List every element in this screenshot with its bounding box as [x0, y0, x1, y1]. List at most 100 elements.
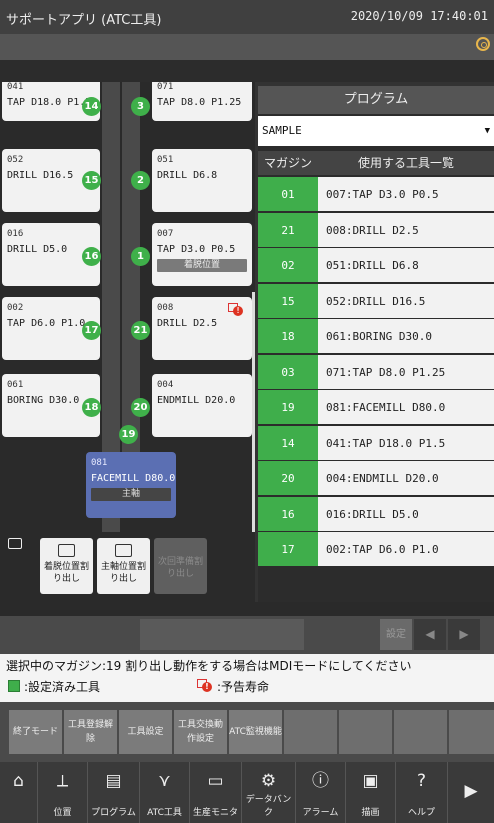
- function-key[interactable]: 工具登録解除: [64, 710, 117, 754]
- magazine-rail: [122, 82, 140, 452]
- tool-card[interactable]: 007 TAP D3.0 P0.5 着脱位置: [152, 223, 252, 286]
- tool-number: 051: [157, 155, 174, 165]
- function-keys: 終了モード 工具登録解除 工具設定 工具交換動作設定 ATC監視機能: [0, 702, 494, 762]
- prev-arrow-icon[interactable]: ◀: [414, 619, 446, 650]
- index-mount-position-button[interactable]: 着脱位置割り出し: [40, 538, 93, 594]
- set-button[interactable]: 設定: [380, 619, 412, 650]
- function-key[interactable]: [284, 710, 337, 754]
- tool-number: 004: [157, 380, 174, 390]
- function-key[interactable]: 終了モード: [9, 710, 62, 754]
- index-next-tool-button[interactable]: 次回準備割り出し: [154, 538, 207, 594]
- tool-name: DRILL D6.8: [157, 170, 218, 181]
- spindle-tool-card[interactable]: 081 FACEMILL D80.0 主軸: [86, 452, 176, 518]
- magazine-cell: 14: [258, 425, 318, 460]
- table-row[interactable]: 20 004:ENDMILL D20.0: [258, 461, 494, 496]
- function-key[interactable]: 工具交換動作設定: [174, 710, 227, 754]
- function-key[interactable]: [339, 710, 392, 754]
- help-icon: ?: [416, 771, 427, 791]
- table-row[interactable]: 15 052:DRILL D16.5: [258, 283, 494, 319]
- nav-label: 生産モニタ: [192, 808, 238, 818]
- magazine-scrollbar[interactable]: [252, 292, 255, 532]
- function-key[interactable]: ATC監視機能: [229, 710, 282, 754]
- magazine-cell: 20: [258, 461, 318, 495]
- nav-atc-tool[interactable]: ⋎ ATC工具: [140, 762, 190, 823]
- tool-cell: 061:BORING D30.0: [318, 319, 494, 353]
- tool-cell: 007:TAP D3.0 P0.5: [318, 177, 494, 211]
- magazine-view[interactable]: 041 TAP D18.0 P1.5 071 TAP D8.0 P1.25 14…: [0, 82, 255, 532]
- nav-alarm[interactable]: ⓘ アラーム: [296, 762, 346, 823]
- tool-card[interactable]: 051 DRILL D6.8: [152, 149, 252, 212]
- pot-number[interactable]: 15: [82, 171, 101, 190]
- pot-number[interactable]: 20: [131, 398, 150, 417]
- toolbar: [0, 34, 494, 60]
- tool-cell: 051:DRILL D6.8: [318, 248, 494, 282]
- tool-name: TAP D8.0 P1.25: [157, 97, 242, 108]
- table-row[interactable]: 19 081:FACEMILL D80.0: [258, 390, 494, 425]
- magazine-cell: 16: [258, 496, 318, 531]
- value-input[interactable]: [140, 619, 304, 650]
- function-key[interactable]: 工具設定: [119, 710, 172, 754]
- table-row[interactable]: 14 041:TAP D18.0 P1.5: [258, 425, 494, 461]
- pot-number[interactable]: 1: [131, 247, 150, 266]
- nav-home[interactable]: ⌂: [0, 762, 38, 823]
- pot-number[interactable]: 18: [82, 398, 101, 417]
- tool-cell: 008:DRILL D2.5: [318, 212, 494, 247]
- table-row[interactable]: 16 016:DRILL D5.0: [258, 496, 494, 532]
- table-row[interactable]: 17 002:TAP D6.0 P1.0: [258, 532, 494, 567]
- nav-more-arrow-icon[interactable]: ▶: [448, 762, 494, 823]
- function-key[interactable]: [449, 710, 494, 754]
- nav-gear[interactable]: ⚙ データバンク: [242, 762, 296, 823]
- magazine-cell: 17: [258, 532, 318, 566]
- separator: [0, 602, 494, 616]
- nav-axis[interactable]: ⟂ 位置: [38, 762, 88, 823]
- pot-number[interactable]: 21: [131, 321, 150, 340]
- spindle-icon: [115, 544, 132, 557]
- datetime: 2020/10/09 17:40:01: [350, 9, 488, 23]
- program-icon: ▤: [105, 771, 122, 791]
- spacer-bar: [0, 60, 494, 82]
- next-arrow-icon[interactable]: ▶: [448, 619, 480, 650]
- table-row[interactable]: 18 061:BORING D30.0: [258, 319, 494, 354]
- program-select[interactable]: SAMPLE ▼: [258, 116, 494, 146]
- control-bar: 設定 ◀ ▶: [0, 616, 494, 654]
- col-magazine: マガジン: [263, 156, 312, 170]
- table-row[interactable]: 03 071:TAP D8.0 P1.25: [258, 354, 494, 390]
- legend-set-tool: :設定済み工具: [24, 680, 101, 694]
- magazine-cell: 21: [258, 212, 318, 247]
- tool-card[interactable]: 071 TAP D8.0 P1.25: [152, 82, 252, 121]
- tool-number: 002: [7, 303, 24, 313]
- pot-number-selected[interactable]: 19: [119, 425, 138, 444]
- alarm-icon: ⓘ: [312, 771, 329, 791]
- tool-card[interactable]: 004 ENDMILL D20.0: [152, 374, 252, 437]
- pot-number[interactable]: 3: [131, 97, 150, 116]
- pot-number[interactable]: 16: [82, 247, 101, 266]
- tool-name: ENDMILL D20.0: [157, 395, 236, 406]
- legend-life-warning: :予告寿命: [217, 680, 270, 694]
- nav-program[interactable]: ▤ プログラム: [88, 762, 140, 823]
- nav-label: プログラム: [91, 808, 136, 818]
- status-message: 選択中のマガジン:19 割り出し動作をする場合はMDIモードにしてください: [6, 659, 412, 673]
- pot-number[interactable]: 14: [82, 97, 101, 116]
- magazine-actions: 着脱位置割り出し 主軸位置割り出し 次回準備割り出し: [0, 532, 255, 602]
- magazine-cell: 03: [258, 354, 318, 389]
- function-key[interactable]: [394, 710, 447, 754]
- pot-number[interactable]: 17: [82, 321, 101, 340]
- nav-label: アラーム: [302, 808, 339, 818]
- pot-number[interactable]: 2: [131, 171, 150, 190]
- tool-card[interactable]: 008 DRILL D2.5 !: [152, 297, 252, 360]
- nav-label: 描画: [361, 808, 380, 818]
- app-title: サポートアプリ (ATC工具): [6, 13, 162, 28]
- bottom-nav: ⌂ ⟂ 位置 ▤ プログラム ⋎ ATC工具 ▭ 生産モニタ ⚙ データバンク ⓘ アラーム ▣ 描画? ヘル…: [0, 762, 494, 823]
- index-spindle-position-button[interactable]: 主軸位置割り出し: [97, 538, 150, 594]
- table-row[interactable]: 01 007:TAP D3.0 P0.5: [258, 177, 494, 212]
- life-warning-icon: !: [228, 303, 243, 316]
- nav-cube[interactable]: ▣ 描画: [346, 762, 396, 823]
- tool-name: DRILL D2.5: [157, 318, 218, 329]
- table-row[interactable]: 21 008:DRILL D2.5: [258, 212, 494, 248]
- nav-help[interactable]: ? ヘルプ: [396, 762, 448, 823]
- axis-icon: ⟂: [56, 771, 69, 791]
- nav-monitor[interactable]: ▭ 生産モニタ: [190, 762, 242, 823]
- refresh-icon[interactable]: [476, 37, 490, 51]
- message-area: 選択中のマガジン:19 割り出し動作をする場合はMDIモードにしてください :設…: [0, 654, 494, 702]
- table-row[interactable]: 02 051:DRILL D6.8: [258, 248, 494, 283]
